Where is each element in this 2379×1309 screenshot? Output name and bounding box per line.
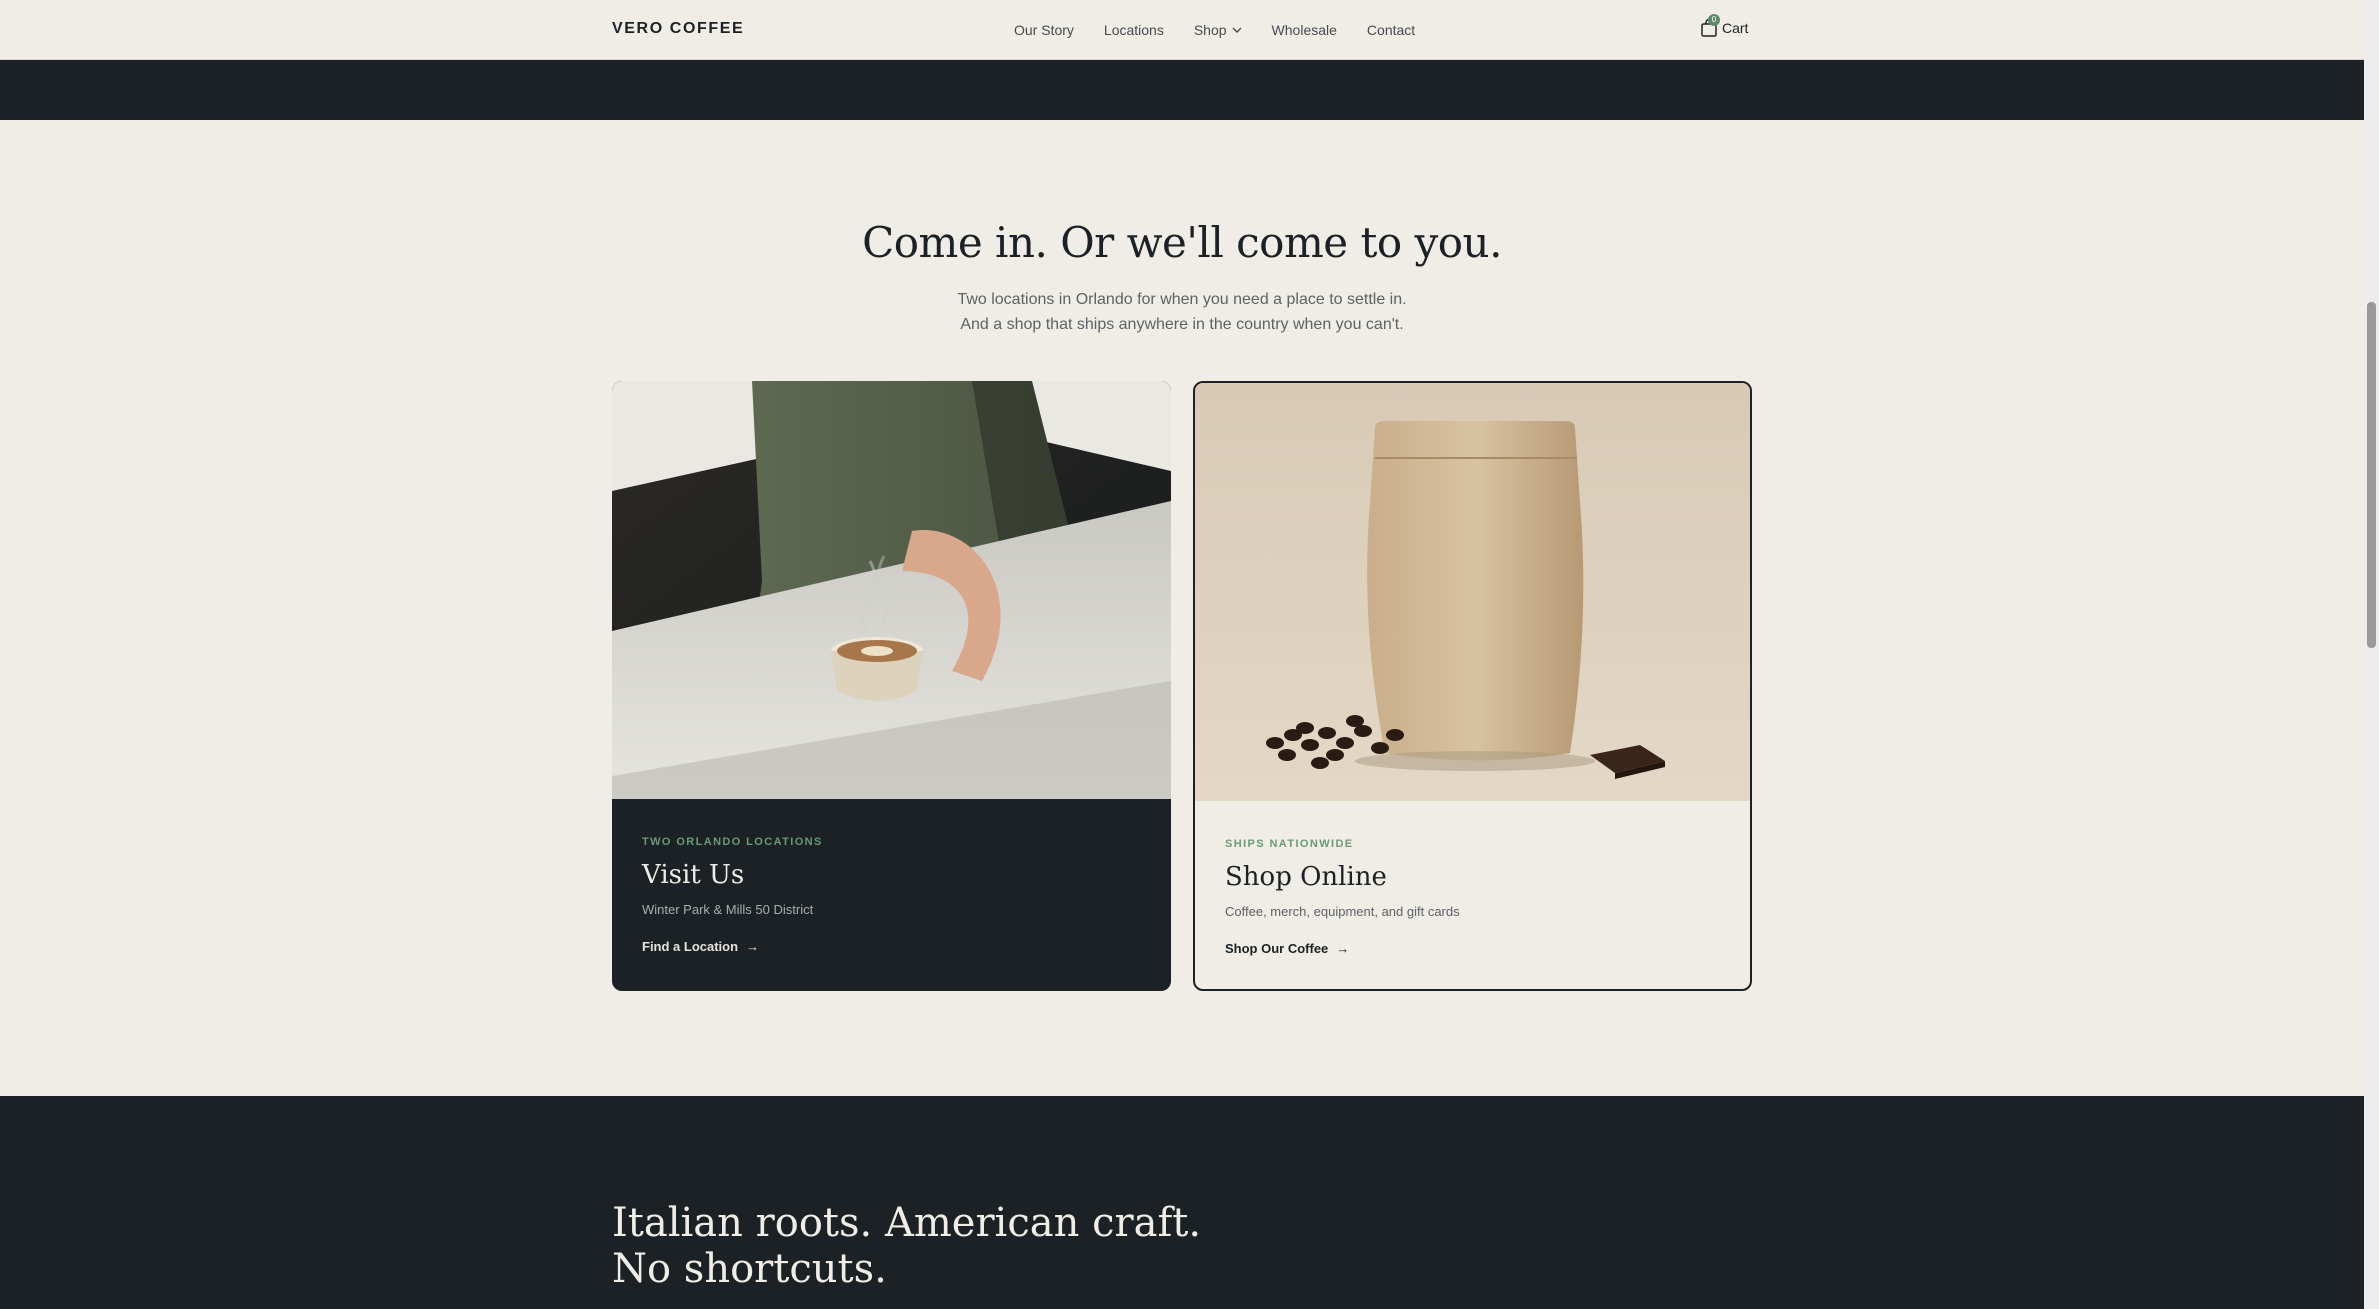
find-location-link[interactable]: Find a Location → [642, 939, 759, 954]
card-title: Shop Online [1225, 862, 1387, 892]
page-scrollbar[interactable] [2364, 0, 2379, 1309]
chevron-down-icon [1232, 27, 1242, 33]
nav-our-story[interactable]: Our Story [1014, 22, 1074, 38]
main-nav: Our Story Locations Shop Wholesale Conta… [1014, 22, 1445, 38]
nav-contact[interactable]: Contact [1367, 22, 1415, 38]
story-section: Italian roots. American craft. No shortc… [0, 1096, 2364, 1309]
page: VERO COFFEE Our Story Locations Shop Who… [0, 0, 2379, 1309]
shopping-bag-icon: 0 [1700, 14, 1720, 38]
story-heading: Italian roots. American craft. No shortc… [612, 1200, 1202, 1292]
arrow-right-icon: → [746, 939, 760, 954]
cart-button[interactable]: 0 Cart [1700, 14, 1749, 38]
hero-image-bottom-edge [0, 60, 2364, 120]
barista-coffee-cup-image [612, 381, 1171, 799]
cart-label: Cart [1722, 20, 1749, 36]
section-subtitle-line-1: Two locations in Orlando for when you ne… [957, 291, 1407, 308]
shop-online-card[interactable]: SHIPS NATIONWIDE Shop Online Coffee, mer… [1193, 381, 1752, 991]
shop-online-card-body: SHIPS NATIONWIDE Shop Online Coffee, mer… [1225, 838, 1720, 958]
nav-wholesale[interactable]: Wholesale [1272, 22, 1337, 38]
coffee-bag-image [1195, 383, 1750, 801]
nav-locations[interactable]: Locations [1104, 22, 1164, 38]
site-header: VERO COFFEE Our Story Locations Shop Who… [0, 0, 2364, 60]
brand-logo[interactable]: VERO COFFEE [612, 20, 744, 38]
scrollbar-thumb[interactable] [2367, 302, 2376, 648]
cart-count-badge: 0 [1708, 14, 1720, 26]
card-eyebrow: TWO ORLANDO LOCATIONS [642, 836, 823, 848]
card-description: Winter Park & Mills 50 District [642, 902, 814, 917]
card-description: Coffee, merch, equipment, and gift cards [1225, 904, 1460, 919]
nav-shop[interactable]: Shop [1194, 22, 1242, 38]
link-label: Shop Our Coffee [1225, 941, 1329, 956]
card-eyebrow: SHIPS NATIONWIDE [1225, 838, 1354, 850]
section-subtitle-line-2: And a shop that ships anywhere in the co… [960, 316, 1404, 333]
visit-us-card[interactable]: TWO ORLANDO LOCATIONS Visit Us Winter Pa… [612, 381, 1171, 991]
nav-shop-label: Shop [1193, 22, 1227, 38]
link-label: Find a Location [642, 939, 739, 954]
shop-coffee-link[interactable]: Shop Our Coffee → [1225, 941, 1349, 956]
section-title: Come in. Or we'll come to you. [862, 218, 1502, 267]
card-title: Visit Us [642, 860, 745, 890]
arrow-right-icon: → [1336, 941, 1350, 956]
visit-us-card-body: TWO ORLANDO LOCATIONS Visit Us Winter Pa… [642, 836, 1141, 956]
